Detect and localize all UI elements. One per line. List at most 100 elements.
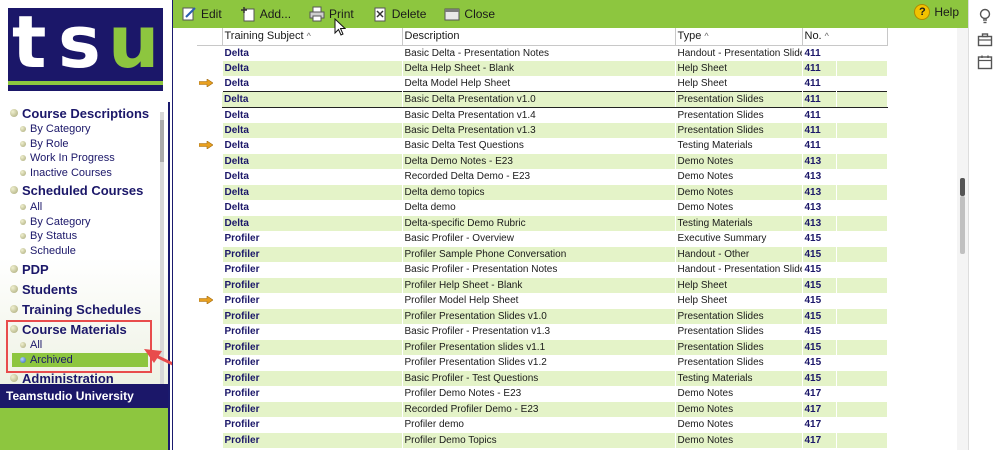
table-row[interactable]: Profiler Basic Profiler - Test Questions T… — [197, 370, 888, 386]
header-type[interactable]: Type ^ — [675, 28, 803, 46]
table-row[interactable]: Delta Basic Delta Presentation v1.4 Presen… — [197, 107, 888, 123]
briefcase-icon[interactable] — [977, 32, 993, 48]
bullet-icon — [20, 233, 26, 239]
table-row[interactable]: Delta Basic Delta - Presentation Notes Han… — [197, 45, 888, 61]
table-row[interactable]: Profiler Profiler Sample Phone Conversati… — [197, 246, 888, 262]
calendar-icon[interactable] — [977, 54, 993, 70]
bullet-icon — [10, 374, 18, 382]
nav-course-descriptions[interactable]: Course Descriptions — [10, 104, 149, 122]
nav-sc-schedule[interactable]: Schedule — [20, 244, 76, 258]
cell-spacer — [836, 401, 888, 417]
nav-sc-all[interactable]: All — [20, 200, 42, 214]
cell-spacer — [836, 246, 888, 262]
table-row[interactable]: Profiler Profiler Demo Notes - E23 Demo No… — [197, 386, 888, 402]
cell-training-subject: Profiler — [222, 370, 403, 386]
cell-type: Presentation Slides — [675, 122, 803, 138]
cell-description: Basic Profiler - Presentation v1.3 — [402, 324, 676, 340]
row-marker — [197, 293, 223, 309]
right-rail — [968, 0, 1000, 450]
table-row[interactable]: Delta Delta Help Sheet - Blank Help Sheet 4… — [197, 60, 888, 76]
edit-button[interactable]: Edit — [179, 3, 224, 25]
view-scroll-thumb[interactable] — [960, 196, 965, 254]
nav-cd-work-in-progress[interactable]: Work In Progress — [20, 151, 115, 165]
cell-training-subject: Profiler — [222, 231, 403, 247]
table-row[interactable]: Delta Delta Demo Notes - E23 Demo Notes 413 — [197, 153, 888, 169]
view-scroll-marker[interactable] — [960, 178, 965, 196]
header-number[interactable]: No. ^ — [802, 28, 888, 46]
add-button[interactable]: Add... — [238, 3, 293, 25]
help-button[interactable]: ? Help — [914, 4, 959, 20]
cell-description: Delta-specific Demo Rubric — [402, 215, 676, 231]
nav-cd-by-category[interactable]: By Category — [20, 122, 91, 136]
table-row[interactable]: Profiler Basic Profiler - Presentation No… — [197, 262, 888, 278]
table-row[interactable]: Delta Delta-specific Demo Rubric Testing M… — [197, 215, 888, 231]
header-training-subject[interactable]: Training Subject ^ — [222, 28, 403, 46]
cell-number: 413 — [802, 153, 837, 169]
table-row[interactable]: Profiler Profiler Demo Topics Demo Notes 41… — [197, 432, 888, 448]
cell-training-subject: Delta — [222, 76, 403, 92]
row-marker — [197, 324, 223, 340]
cell-type: Demo Notes — [675, 417, 803, 433]
table-row[interactable]: Delta Basic Delta Presentation v1.3 Presen… — [197, 122, 888, 138]
cell-spacer — [836, 417, 888, 433]
cell-type: Help Sheet — [675, 293, 803, 309]
cell-description: Recorded Profiler Demo - E23 — [402, 401, 676, 417]
table-row[interactable]: Profiler Profiler Presentation Slides v1.… — [197, 355, 888, 371]
table-row[interactable]: Delta Recorded Delta Demo - E23 Demo Notes… — [197, 169, 888, 185]
sidebar-scroll-thumb[interactable] — [160, 120, 164, 162]
bullet-icon — [10, 109, 18, 117]
nav-training-schedules[interactable]: Training Schedules — [10, 300, 141, 318]
cell-number: 415 — [802, 277, 837, 293]
table-row[interactable]: Profiler Profiler demo Demo Notes 417 — [197, 417, 888, 433]
cell-type: Testing Materials — [675, 138, 803, 154]
cell-description: Basic Delta - Presentation Notes — [402, 45, 676, 61]
table-row[interactable]: Profiler Recorded Profiler Demo - E23 Demo… — [197, 401, 888, 417]
lightbulb-icon[interactable] — [977, 8, 993, 24]
table-row[interactable]: Profiler Profiler Model Help Sheet Help Sh… — [197, 293, 888, 309]
delete-icon — [372, 6, 388, 22]
row-marker — [197, 122, 223, 138]
print-button[interactable]: Print — [307, 3, 356, 25]
cell-training-subject: Delta — [222, 184, 403, 200]
cell-spacer — [836, 200, 888, 216]
cell-number: 413 — [802, 215, 837, 231]
cell-description: Profiler Model Help Sheet — [402, 293, 676, 309]
table-row[interactable]: Profiler Profiler Presentation Slides v1.… — [197, 308, 888, 324]
cell-description: Delta Help Sheet - Blank — [402, 60, 676, 76]
cell-spacer — [836, 432, 888, 448]
cell-description: Basic Delta Test Questions — [402, 138, 676, 154]
table-row[interactable]: Delta Basic Delta Presentation v1.0 Presen… — [197, 91, 888, 108]
cell-number: 417 — [802, 417, 837, 433]
nav-cd-by-role[interactable]: By Role — [20, 137, 69, 151]
table-row[interactable]: Delta Delta demo Demo Notes 413 — [197, 200, 888, 216]
sidebar-scrollbar[interactable] — [160, 112, 164, 384]
materials-table: Training Subject ^ Description Type ^ No. ^… — [197, 28, 888, 448]
nav-scheduled-courses[interactable]: Scheduled Courses — [10, 181, 143, 199]
header-description[interactable]: Description — [402, 28, 676, 46]
footer-brand: Teamstudio University — [0, 384, 168, 408]
bullet-icon — [20, 170, 26, 176]
cell-number: 411 — [802, 138, 837, 154]
cell-training-subject: Profiler — [222, 386, 403, 402]
cell-description: Profiler Presentation Slides v1.2 — [402, 355, 676, 371]
nav-students[interactable]: Students — [10, 280, 78, 298]
table-row[interactable]: Delta Delta demo topics Demo Notes 413 — [197, 184, 888, 200]
table-row[interactable]: Profiler Basic Profiler - Overview Executi… — [197, 231, 888, 247]
cell-number: 415 — [802, 262, 837, 278]
cell-training-subject: Delta — [222, 215, 403, 231]
table-row[interactable]: Profiler Profiler Help Sheet - Blank Help … — [197, 277, 888, 293]
cell-description: Basic Profiler - Overview — [402, 231, 676, 247]
cell-training-subject: Profiler — [222, 417, 403, 433]
table-row[interactable]: Profiler Profiler Presentation slides v1.… — [197, 339, 888, 355]
nav-sc-by-status[interactable]: By Status — [20, 229, 77, 243]
bullet-icon — [20, 141, 26, 147]
nav-pdp[interactable]: PDP — [10, 260, 49, 278]
close-button[interactable]: Close — [442, 3, 497, 25]
delete-button[interactable]: Delete — [370, 3, 429, 25]
table-row[interactable]: Delta Basic Delta Test Questions Testing M… — [197, 138, 888, 154]
nav-cd-inactive[interactable]: Inactive Courses — [20, 166, 112, 180]
table-row[interactable]: Delta Delta Model Help Sheet Help Sheet 411 — [197, 76, 888, 92]
nav-sc-by-category[interactable]: By Category — [20, 215, 91, 229]
add-document-icon — [240, 6, 256, 22]
table-row[interactable]: Profiler Basic Profiler - Presentation v1… — [197, 324, 888, 340]
